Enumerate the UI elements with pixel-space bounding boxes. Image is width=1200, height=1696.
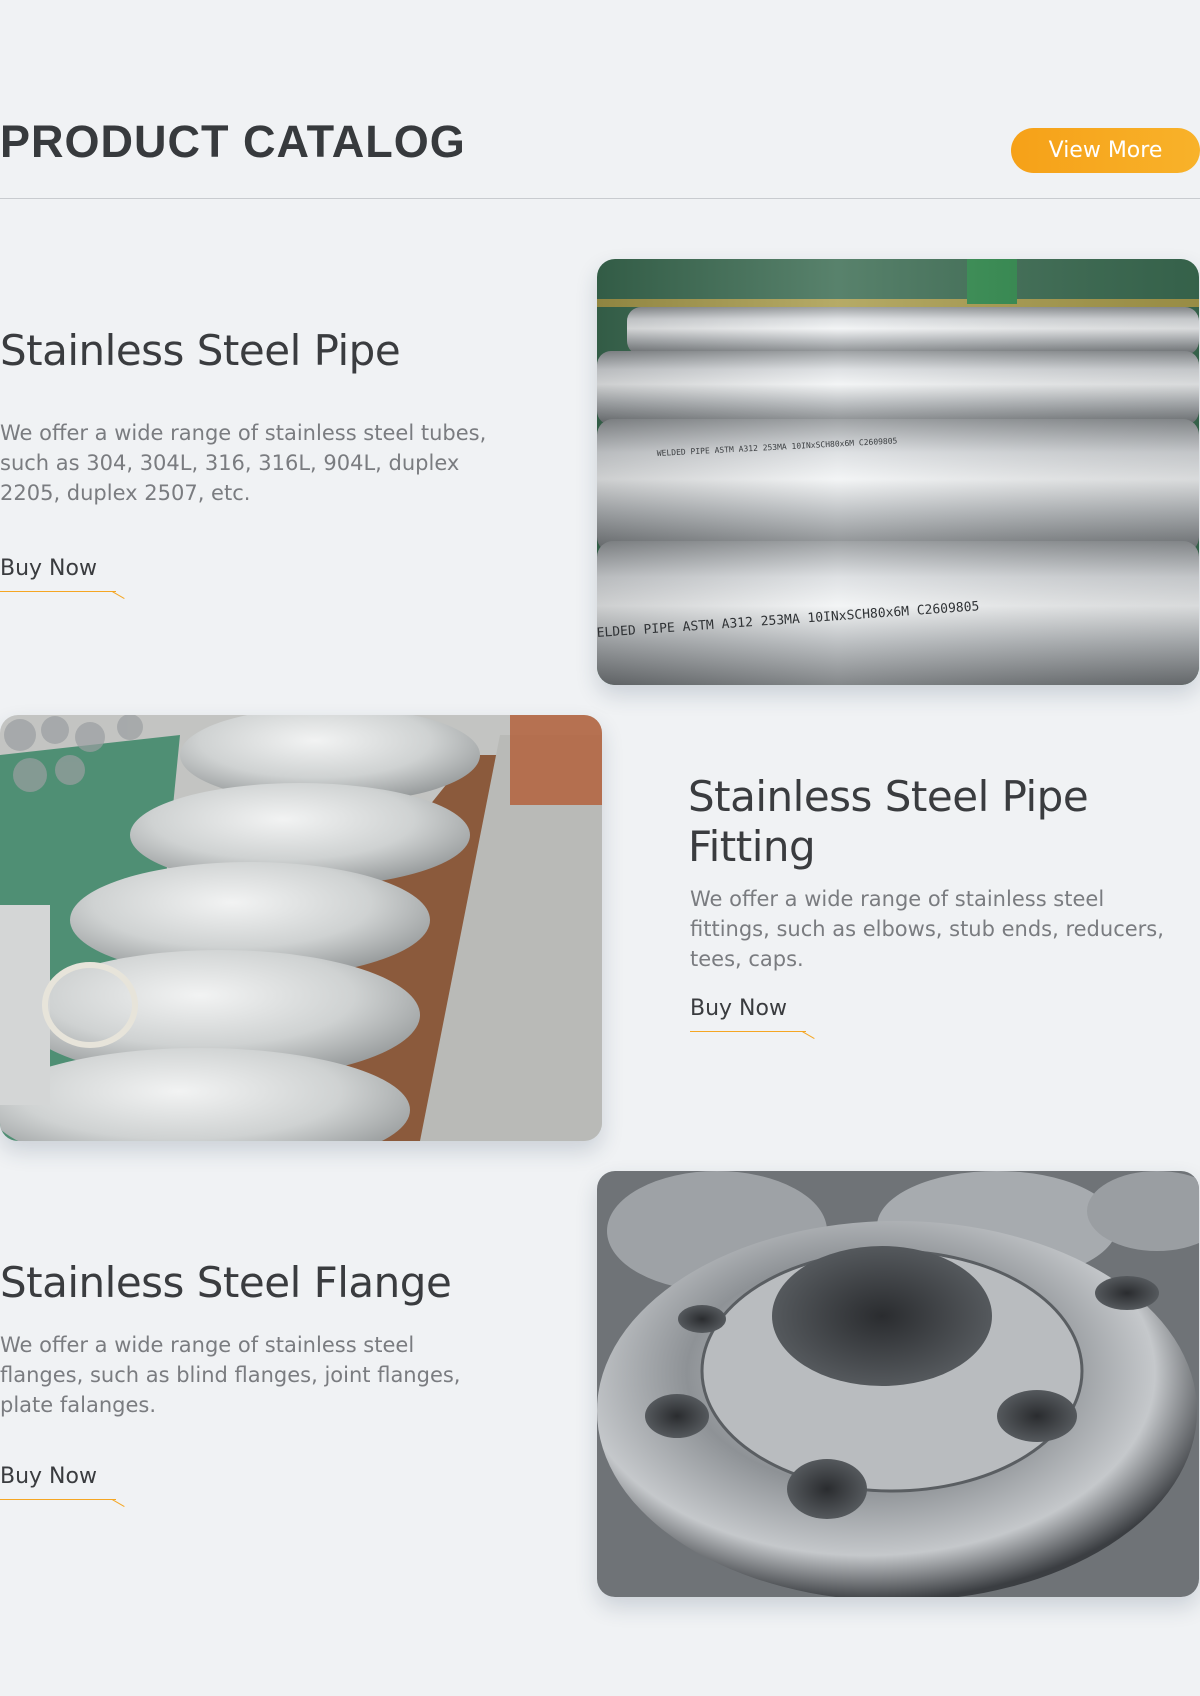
view-more-button[interactable]: View More xyxy=(1011,128,1200,173)
header-divider xyxy=(0,198,1200,199)
buy-now-link[interactable]: Buy Now xyxy=(690,994,815,1039)
product-title: Stainless Steel Pipe Fitting xyxy=(688,772,1089,871)
pipe-image: WELDED PIPE ASTM A312 253MA 10INxSCH80x6… xyxy=(597,259,1199,685)
buy-now-label: Buy Now xyxy=(0,1464,97,1489)
buy-now-link[interactable]: Buy Now xyxy=(0,554,125,599)
pipe-elbows-photo xyxy=(0,715,602,1141)
product-card-fitting: Stainless Steel Pipe Fitting We offer a … xyxy=(0,714,1200,1142)
product-title: Stainless Steel Pipe xyxy=(0,326,401,375)
steel-flange-photo xyxy=(597,1171,1199,1597)
steel-pipes-photo: WELDED PIPE ASTM A312 253MA 10INxSCH80x6… xyxy=(597,259,1199,685)
buy-now-label: Buy Now xyxy=(0,556,97,581)
underline-arrow-icon xyxy=(112,1499,125,1507)
product-title: Stainless Steel Flange xyxy=(0,1258,452,1307)
product-description: We offer a wide range of stainless steel… xyxy=(0,1333,461,1417)
underline-arrow-icon xyxy=(802,1031,815,1039)
fitting-image xyxy=(0,715,602,1141)
catalog-header: PRODUCT CATALOG View More xyxy=(0,0,1200,199)
underline-arrow-icon xyxy=(112,591,125,599)
buy-now-link[interactable]: Buy Now xyxy=(0,1462,125,1507)
product-card-pipe: Stainless Steel Pipe We offer a wide ran… xyxy=(0,258,1200,686)
product-card-flange: Stainless Steel Flange We offer a wide r… xyxy=(0,1170,1200,1598)
buy-now-label: Buy Now xyxy=(690,996,787,1021)
product-description: We offer a wide range of stainless steel… xyxy=(690,887,1164,971)
product-description: We offer a wide range of stainless steel… xyxy=(0,421,487,505)
flange-image xyxy=(597,1171,1199,1597)
page-title: PRODUCT CATALOG xyxy=(0,116,466,167)
